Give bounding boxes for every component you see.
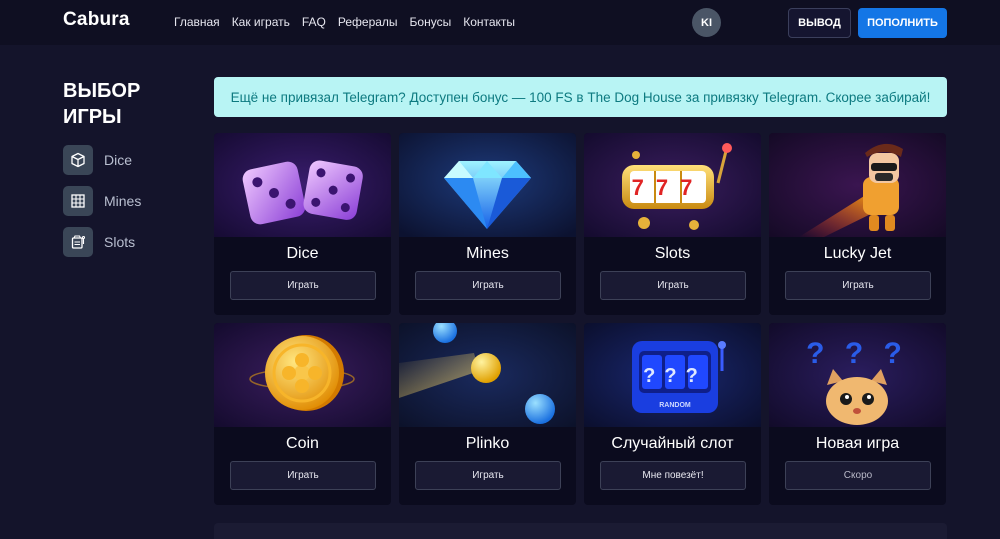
game-card-lucky-jet[interactable]: Lucky Jet Играть xyxy=(769,133,946,315)
bottom-panel xyxy=(214,523,947,539)
sidebar-item-slots[interactable]: Slots xyxy=(63,227,135,257)
game-title: Mines xyxy=(466,245,509,262)
avatar[interactable]: KI xyxy=(692,8,721,37)
random-reels-text: ??? xyxy=(643,365,707,387)
lucky-jet-image xyxy=(769,133,946,237)
sidebar-item-label: Slots xyxy=(104,234,136,250)
game-title: Plinko xyxy=(465,435,510,452)
game-card-new-game[interactable]: ? ? ? Новая игра Скоро xyxy=(769,323,946,505)
lucky-button[interactable]: Мне повезёт! xyxy=(600,461,746,490)
nav-how-to-play[interactable]: Как играть xyxy=(232,15,290,29)
play-button[interactable]: Играть xyxy=(785,271,931,300)
nav-referrals[interactable]: Рефералы xyxy=(338,15,398,29)
sidebar-item-dice[interactable]: Dice xyxy=(63,145,132,175)
random-slot-image: ??? RANDOM xyxy=(584,323,761,427)
coming-soon-button[interactable]: Скоро xyxy=(785,461,931,490)
game-card-dice[interactable]: Dice Играть xyxy=(214,133,391,315)
question-marks-text: ? ? ? xyxy=(806,337,908,370)
game-card-mines[interactable]: Mines Играть xyxy=(399,133,576,315)
sidebar-item-label: Mines xyxy=(104,193,142,209)
game-card-random-slot[interactable]: ??? RANDOM Случайный слот Мне повезёт! xyxy=(584,323,761,505)
sidebar-item-mines[interactable]: Mines xyxy=(63,186,141,216)
play-button[interactable]: Играть xyxy=(415,271,561,300)
random-label-text: RANDOM xyxy=(659,402,691,409)
new-game-cat-image: ? ? ? xyxy=(769,323,946,427)
game-title: Случайный слот xyxy=(611,435,734,452)
game-title: Lucky Jet xyxy=(823,245,892,262)
nav-home[interactable]: Главная xyxy=(174,15,220,29)
game-title: Новая игра xyxy=(815,435,900,452)
coin-image xyxy=(214,323,391,427)
grid-icon xyxy=(63,186,93,216)
sidebar-title: ВЫБОР ИГРЫ xyxy=(63,80,141,128)
play-button[interactable]: Играть xyxy=(230,271,376,300)
diamond-image xyxy=(399,133,576,237)
game-title: Coin xyxy=(286,435,319,452)
nav-contacts[interactable]: Контакты xyxy=(463,15,515,29)
nav-faq[interactable]: FAQ xyxy=(302,15,326,29)
slot-machine-icon xyxy=(63,227,93,257)
game-card-plinko[interactable]: Plinko Играть xyxy=(399,323,576,505)
withdraw-button[interactable]: ВЫВОД xyxy=(788,8,851,38)
sidebar-item-label: Dice xyxy=(104,152,133,168)
cube-icon xyxy=(63,145,93,175)
plinko-image xyxy=(399,323,576,427)
deposit-button[interactable]: ПОПОЛНИТЬ xyxy=(858,8,947,38)
slot-machine-image: 777 xyxy=(584,133,761,237)
game-card-slots[interactable]: 777 Slots Играть xyxy=(584,133,761,315)
nav-bonuses[interactable]: Бонусы xyxy=(410,15,452,29)
play-button[interactable]: Играть xyxy=(230,461,376,490)
game-title: Dice xyxy=(286,245,319,262)
play-button[interactable]: Играть xyxy=(600,271,746,300)
play-button[interactable]: Играть xyxy=(415,461,561,490)
telegram-bonus-banner[interactable]: Ещё не привязал Telegram? Доступен бонус… xyxy=(214,77,947,117)
slots-reels-text: 777 xyxy=(632,175,705,200)
dice-image xyxy=(214,133,391,237)
top-header: Cabura Главная Как играть FAQ Рефералы Б… xyxy=(0,0,1000,45)
logo[interactable]: Cabura xyxy=(63,9,130,31)
game-card-coin[interactable]: Coin Играть xyxy=(214,323,391,505)
game-title: Slots xyxy=(654,245,691,262)
main-nav: Главная Как играть FAQ Рефералы Бонусы К… xyxy=(174,15,527,29)
